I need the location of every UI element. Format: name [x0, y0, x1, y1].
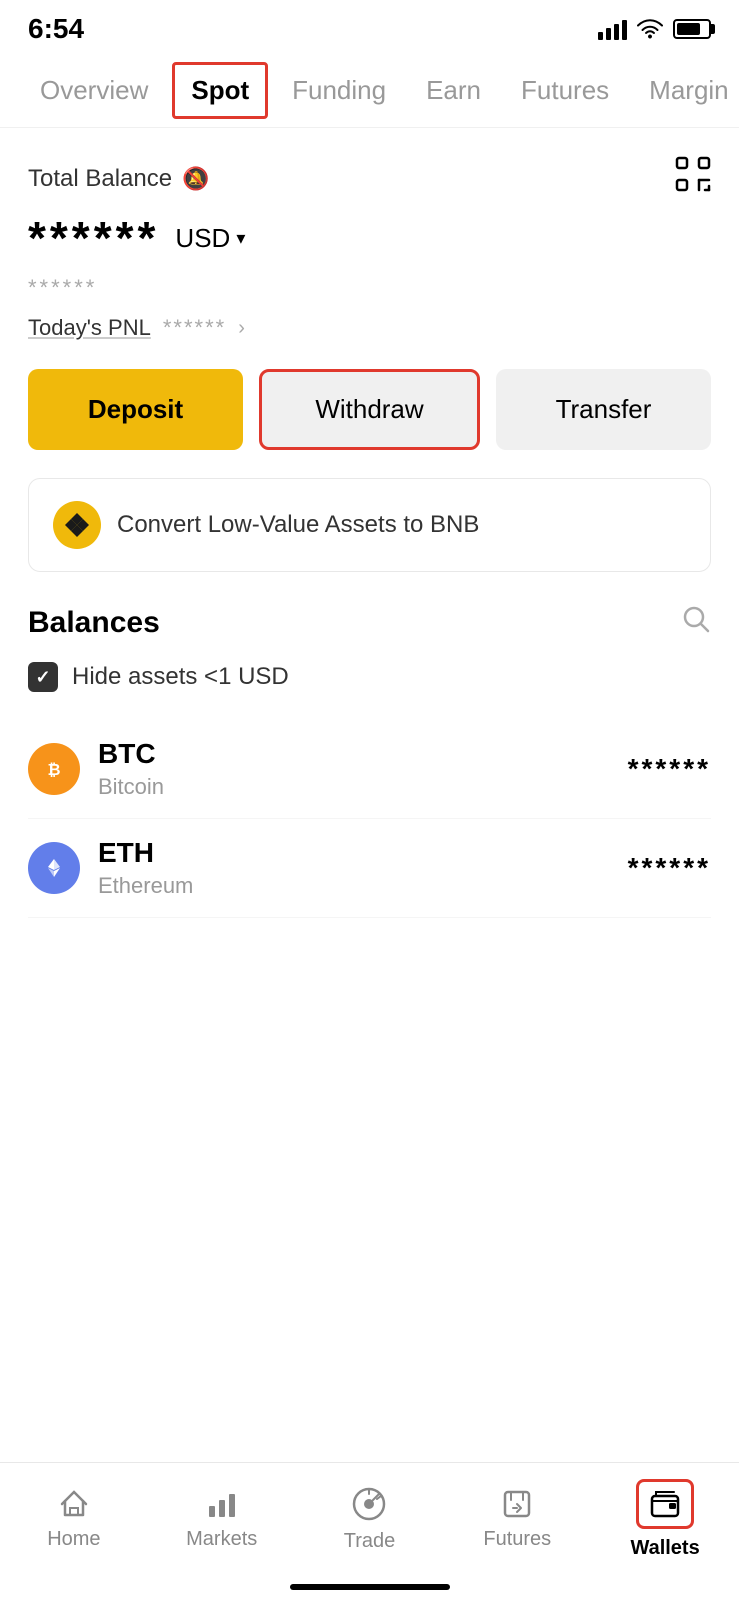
balances-header: Balances — [28, 604, 711, 642]
main-content: Total Balance 🔕 ****** USD ▾ ****** Toda… — [0, 128, 739, 918]
trade-icon — [351, 1486, 387, 1522]
tab-spot[interactable]: Spot — [172, 62, 268, 119]
battery-icon — [673, 19, 711, 39]
tab-funding[interactable]: Funding — [272, 59, 406, 122]
balances-title: Balances — [28, 606, 160, 640]
convert-text: Convert Low-Value Assets to BNB — [117, 511, 479, 539]
transfer-button[interactable]: Transfer — [496, 369, 711, 450]
home-indicator — [290, 1584, 450, 1590]
pnl-value: ****** — [163, 315, 226, 341]
eth-balance: ****** — [628, 852, 711, 884]
balance-stars: ****** — [28, 211, 159, 265]
tab-overview[interactable]: Overview — [20, 59, 168, 122]
nav-markets-label: Markets — [186, 1528, 257, 1551]
trade-icon-wrap — [351, 1486, 387, 1522]
nav-home-label: Home — [47, 1528, 100, 1551]
futures-icon-wrap — [501, 1488, 533, 1520]
btc-balance: ****** — [628, 753, 711, 785]
balance-header: Total Balance 🔕 — [28, 156, 711, 201]
scan-icon[interactable] — [675, 156, 711, 201]
markets-icon-wrap — [206, 1488, 238, 1520]
hide-assets-row[interactable]: Hide assets <1 USD — [28, 662, 711, 692]
nav-futures[interactable]: Futures — [467, 1488, 567, 1551]
home-icon-wrap — [58, 1488, 90, 1520]
home-icon — [58, 1488, 90, 1520]
asset-item-eth[interactable]: ETH Ethereum ****** — [28, 819, 711, 918]
eth-name: Ethereum — [98, 873, 193, 899]
balance-title: Total Balance — [28, 165, 172, 193]
eth-info: ETH Ethereum — [98, 837, 193, 899]
eth-ticker: ETH — [98, 837, 193, 869]
futures-icon — [501, 1488, 533, 1520]
status-bar: 6:54 — [0, 0, 739, 54]
balances-search-button[interactable] — [681, 604, 711, 642]
nav-trade[interactable]: Trade — [319, 1486, 419, 1553]
hide-balance-icon[interactable]: 🔕 — [182, 166, 209, 192]
markets-icon — [206, 1488, 238, 1520]
asset-left-eth: ETH Ethereum — [28, 837, 193, 899]
nav-tabs: Overview Spot Funding Earn Futures Margi… — [0, 54, 739, 128]
wallets-icon — [649, 1488, 681, 1520]
eth-icon — [28, 842, 80, 894]
wallets-icon-wrap — [636, 1479, 694, 1529]
chevron-down-icon: ▾ — [236, 228, 245, 249]
nav-wallets[interactable]: Wallets — [615, 1479, 715, 1560]
hide-assets-checkbox[interactable] — [28, 662, 58, 692]
tab-margin[interactable]: Margin — [629, 59, 739, 122]
tab-earn[interactable]: Earn — [406, 59, 501, 122]
pnl-row: Today's PNL ****** › — [28, 315, 711, 341]
nav-trade-label: Trade — [344, 1530, 396, 1553]
btc-icon: ₿ — [28, 743, 80, 795]
tab-futures[interactable]: Futures — [501, 59, 629, 122]
action-buttons: Deposit Withdraw Transfer — [28, 369, 711, 450]
asset-item-btc[interactable]: ₿ BTC Bitcoin ****** — [28, 720, 711, 819]
status-time: 6:54 — [28, 13, 84, 45]
currency-selector[interactable]: USD ▾ — [175, 223, 245, 254]
pnl-arrow-icon: › — [238, 317, 245, 340]
btc-name: Bitcoin — [98, 774, 164, 800]
svg-text:₿: ₿ — [47, 761, 60, 779]
deposit-button[interactable]: Deposit — [28, 369, 243, 450]
btc-ticker: BTC — [98, 738, 164, 770]
convert-banner[interactable]: Convert Low-Value Assets to BNB — [28, 478, 711, 572]
balance-amount-row: ****** USD ▾ — [28, 211, 711, 265]
nav-futures-label: Futures — [483, 1528, 551, 1551]
nav-home[interactable]: Home — [24, 1488, 124, 1551]
status-icons — [598, 18, 711, 40]
currency-label: USD — [175, 223, 230, 254]
asset-left-btc: ₿ BTC Bitcoin — [28, 738, 164, 800]
btc-info: BTC Bitcoin — [98, 738, 164, 800]
nav-wallets-label: Wallets — [630, 1537, 699, 1560]
nav-markets[interactable]: Markets — [172, 1488, 272, 1551]
bnb-icon — [53, 501, 101, 549]
hide-assets-label: Hide assets <1 USD — [72, 663, 289, 691]
bottom-nav: Home Markets Trade — [0, 1462, 739, 1600]
pnl-label[interactable]: Today's PNL — [28, 315, 151, 341]
balance-usd-stars: ****** — [28, 275, 711, 301]
balance-label-row: Total Balance 🔕 — [28, 165, 210, 193]
withdraw-button[interactable]: Withdraw — [259, 369, 480, 450]
signal-icon — [598, 18, 627, 40]
wifi-icon — [637, 19, 663, 39]
